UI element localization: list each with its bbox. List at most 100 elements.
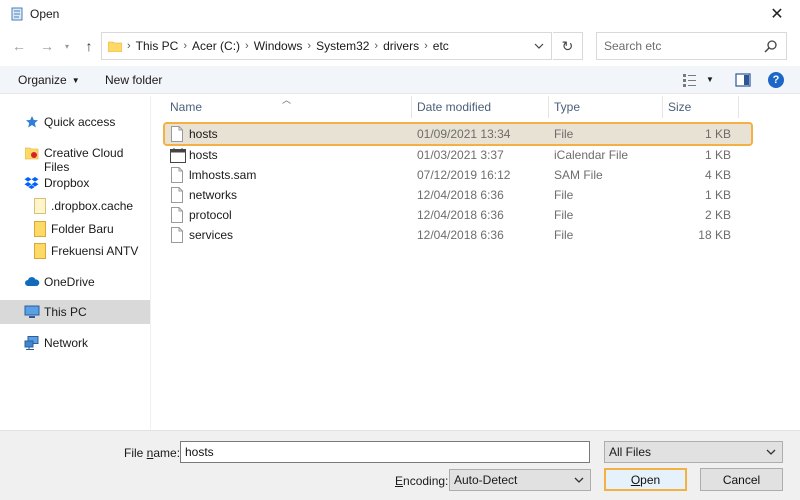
dropbox-icon (24, 176, 39, 190)
help-icon[interactable]: ? (768, 72, 784, 88)
file-date: 12/04/2018 6:36 (417, 228, 504, 242)
column-header-size[interactable]: Size (663, 96, 738, 118)
breadcrumb-acer-c[interactable]: Acer (C:) (192, 39, 240, 53)
label-part: ncoding: (403, 474, 449, 488)
file-size: 2 KB (704, 208, 731, 222)
sidebar-item-folder-baru[interactable]: Folder Baru (0, 217, 150, 241)
chevron-down-icon (766, 449, 776, 455)
breadcrumb-separator: › (374, 40, 379, 52)
sidebar-item-dropbox-cache[interactable]: .dropbox.cache (0, 194, 150, 218)
column-header-type[interactable]: Type (549, 96, 662, 118)
document-icon (171, 126, 183, 142)
folder-icon (108, 41, 122, 52)
file-type: File (554, 188, 574, 202)
file-name: networks (189, 188, 238, 202)
sidebar-item-this-pc[interactable]: This PC (0, 300, 150, 324)
organize-button[interactable]: Organize ▼ (18, 73, 80, 87)
breadcrumb-drivers[interactable]: drivers (383, 39, 419, 53)
file-row-hosts-ics[interactable]: hosts 01/03/2021 3:37 iCalendar File 1 K… (165, 145, 751, 165)
caret-down-icon[interactable]: ▼ (706, 75, 714, 84)
address-history-button[interactable] (531, 38, 547, 54)
navigation-pane: Quick access Creative Cloud Files Dropbo… (0, 96, 150, 430)
sidebar-item-network[interactable]: Network (0, 331, 150, 355)
file-row-lmhosts-sam[interactable]: lmhosts.sam 07/12/2019 16:12 SAM File 4 … (165, 165, 751, 185)
file-row-networks[interactable]: networks 12/04/2018 6:36 File 1 KB (165, 185, 751, 205)
up-button[interactable]: ↑ (78, 35, 100, 57)
encoding-value: Auto-Detect (454, 473, 518, 487)
search-input[interactable] (604, 39, 764, 53)
file-size: 1 KB (704, 148, 731, 162)
file-row-protocol[interactable]: protocol 12/04/2018 6:36 File 2 KB (165, 205, 751, 225)
breadcrumb-windows[interactable]: Windows (254, 39, 303, 53)
preview-pane-icon[interactable] (735, 73, 751, 87)
access-key: E (395, 474, 404, 488)
column-header-date-modified[interactable]: Date modified (412, 96, 548, 118)
column-header-name[interactable]: Name (165, 96, 411, 118)
back-button[interactable]: ← (8, 35, 30, 57)
document-icon (171, 167, 183, 183)
breadcrumb-system32[interactable]: System32 (316, 39, 369, 53)
creative-cloud-folder-icon (25, 146, 39, 160)
refresh-button[interactable]: ↻ (553, 32, 583, 60)
close-button[interactable]: ✕ (754, 0, 800, 28)
folder-icon (34, 221, 46, 237)
sidebar-item-quick-access[interactable]: Quick access (0, 110, 150, 134)
close-icon: ✕ (770, 6, 784, 23)
window-title: Open (30, 7, 60, 21)
file-date: 12/04/2018 6:36 (417, 188, 504, 202)
sidebar-item-label: Dropbox (44, 176, 90, 190)
sidebar-item-dropbox[interactable]: Dropbox (0, 171, 150, 195)
file-date: 01/03/2021 3:37 (417, 148, 504, 162)
cancel-button[interactable]: Cancel (700, 468, 783, 491)
file-date: 12/04/2018 6:36 (417, 208, 504, 222)
label-part: ame: (153, 446, 181, 460)
document-icon (171, 187, 183, 203)
new-folder-button[interactable]: New folder (105, 73, 162, 87)
star-icon (25, 115, 39, 129)
file-name: services (189, 228, 234, 242)
file-type: File (554, 228, 574, 242)
encoding-select[interactable]: Auto-Detect (449, 469, 591, 491)
file-name-input[interactable] (180, 441, 590, 463)
calendar-icon (170, 148, 186, 163)
file-type: SAM File (554, 168, 603, 182)
file-type: File (554, 127, 574, 141)
chevron-down-icon (534, 43, 544, 49)
file-row-services[interactable]: services 12/04/2018 6:36 File 18 KB (165, 225, 751, 245)
network-icon (24, 336, 40, 350)
open-button[interactable]: Open (604, 468, 687, 491)
chevron-down-icon (574, 477, 584, 483)
address-bar[interactable]: › This PC › Acer (C:) › Windows › System… (101, 32, 552, 60)
file-date: 01/09/2021 13:34 (417, 127, 511, 141)
dialog-footer: File name: All Files Encoding: Auto-Dete… (0, 430, 800, 500)
file-size: 1 KB (704, 127, 731, 141)
column-separator[interactable] (738, 96, 739, 118)
file-name: lmhosts.sam (189, 168, 257, 182)
command-toolbar: Organize ▼ New folder ▼ ? (0, 66, 800, 94)
sidebar-item-creative-cloud-files[interactable]: Creative Cloud Files (0, 141, 150, 174)
label-part: File (124, 446, 147, 460)
view-options-icon[interactable] (682, 73, 698, 87)
organize-label: Organize (18, 73, 67, 87)
file-type: File (554, 208, 574, 222)
search-box[interactable] (596, 32, 787, 60)
forward-button[interactable]: → (36, 35, 58, 57)
sidebar-item-onedrive[interactable]: OneDrive (0, 270, 150, 294)
access-key: O (630, 472, 641, 487)
title-bar: Open ✕ (0, 0, 800, 28)
file-list: ︿ Name Date modified Type Size hosts 01/… (151, 95, 800, 430)
folder-icon (34, 243, 46, 259)
breadcrumb-this-pc[interactable]: This PC (136, 39, 179, 53)
sidebar-item-frekuensi-antv[interactable]: Frekuensi ANTV (0, 239, 150, 263)
chevron-down-icon: ▾ (64, 41, 69, 51)
notepad-icon (10, 7, 24, 21)
arrow-up-icon: ↑ (85, 38, 93, 54)
file-name: protocol (189, 208, 232, 222)
file-type-filter-select[interactable]: All Files (604, 441, 783, 463)
breadcrumb-etc[interactable]: etc (433, 39, 449, 53)
file-row-hosts[interactable]: hosts 01/09/2021 13:34 File 1 KB (163, 122, 753, 146)
arrow-right-icon: → (40, 38, 54, 54)
file-name-label: File name: (124, 446, 180, 460)
recent-locations-button[interactable]: ▾ (60, 35, 74, 57)
folder-icon (34, 198, 46, 214)
